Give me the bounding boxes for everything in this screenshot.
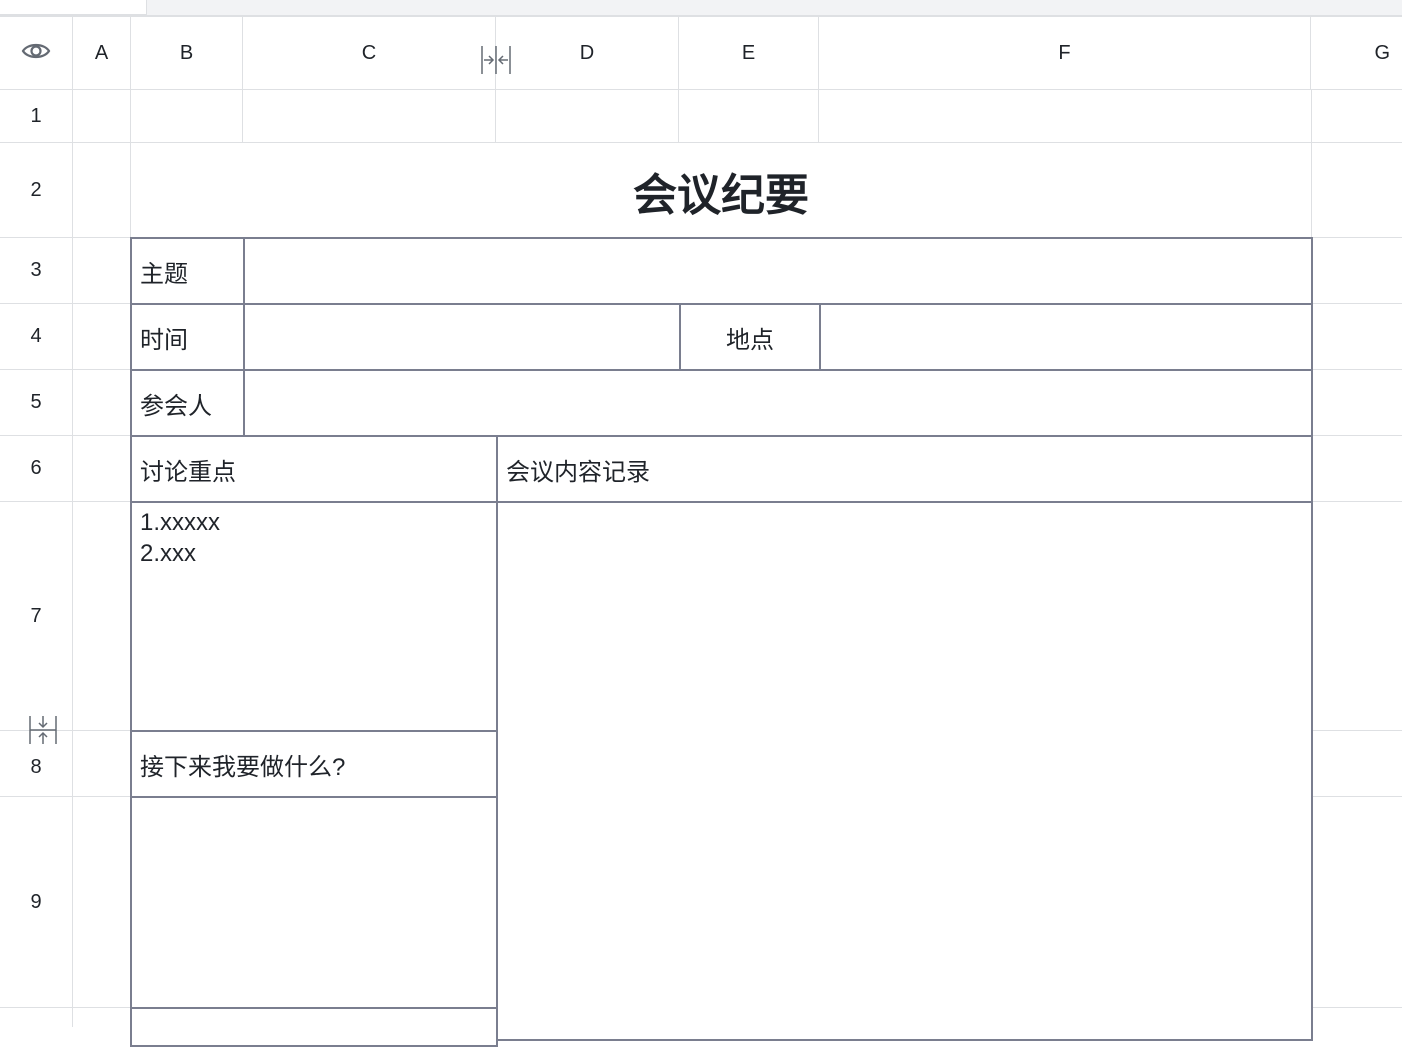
cell-text: 参会人 [140,392,212,420]
column-label: B [179,41,194,64]
column-header-c[interactable]: C [243,17,496,90]
column-header-f[interactable]: F [819,17,1311,90]
cell-text: 地点 [726,326,774,354]
column-label: E [741,41,756,64]
row-label: 5 [30,391,42,413]
column-header-b[interactable]: B [131,17,243,90]
column-header-g[interactable]: G [1311,17,1402,90]
row-label: 4 [30,325,42,347]
next-steps-label-cell[interactable]: 接下来我要做什么? [130,730,498,798]
time-label-cell[interactable]: 时间 [130,303,245,371]
row-header-6[interactable]: 6 [0,436,73,502]
cell-text: 时间 [140,326,188,354]
attendees-value-cell[interactable] [243,369,1313,437]
row-label: 1 [30,104,42,127]
time-value-cell[interactable] [243,303,681,371]
column-header-e[interactable]: E [679,17,819,90]
row-header-4[interactable]: 4 [0,304,73,370]
cell-text: 1.xxxxx 2.xxx [140,509,221,567]
formula-bar-strip [0,0,1402,17]
sheet-title-cell[interactable]: 会议纪要 [131,143,1311,238]
discussion-label-cell[interactable]: 讨论重点 [130,435,498,503]
discussion-notes-cell[interactable]: 1.xxxxx 2.xxx [130,501,498,732]
column-label: C [361,41,377,64]
eye-icon[interactable] [21,40,51,67]
row-label: 6 [30,457,42,479]
record-content-cell[interactable] [496,501,1313,1041]
sheet-title: 会议纪要 [633,170,809,220]
grid-line [495,90,496,143]
row-header-10[interactable] [0,1008,73,1027]
row-label: 7 [30,604,42,627]
column-label: G [1374,41,1390,64]
row-header-5[interactable]: 5 [0,370,73,436]
grid-line [818,90,819,143]
row-header-2[interactable]: 2 [0,143,73,238]
record-label-cell[interactable]: 会议内容记录 [496,435,1313,503]
subject-value-cell[interactable] [243,237,1313,305]
row-label: 8 [30,756,42,778]
cell-text: 讨论重点 [140,458,236,486]
name-box[interactable] [0,0,147,15]
grid-line [242,90,243,143]
row-header-1[interactable]: 1 [0,90,73,143]
next-steps-value-cell[interactable] [130,796,498,1009]
row-header-7[interactable]: 7 [0,502,73,731]
column-resize-icon[interactable] [478,44,514,76]
column-label: F [1058,41,1071,64]
subject-label-cell[interactable]: 主题 [130,237,245,305]
row-label: 2 [30,178,42,201]
row-label: 3 [30,259,42,281]
location-value-cell[interactable] [819,303,1313,371]
select-all-corner[interactable] [0,17,73,90]
cell-text: 接下来我要做什么? [140,753,346,781]
location-label-cell[interactable]: 地点 [679,303,821,371]
cell-text: 主题 [140,260,188,288]
cell-text: 会议内容记录 [506,458,650,486]
row-label: 9 [30,890,42,913]
attendees-label-cell[interactable]: 参会人 [130,369,245,437]
grid-line [678,90,679,143]
column-header-d[interactable]: D [496,17,679,90]
column-header-a[interactable]: A [73,17,131,90]
next-row-cell[interactable] [130,1007,498,1047]
row-resize-icon[interactable] [27,714,59,746]
row-header-3[interactable]: 3 [0,238,73,304]
column-label: A [94,41,109,64]
row-header-9[interactable]: 9 [0,797,73,1008]
column-label: D [579,41,595,64]
